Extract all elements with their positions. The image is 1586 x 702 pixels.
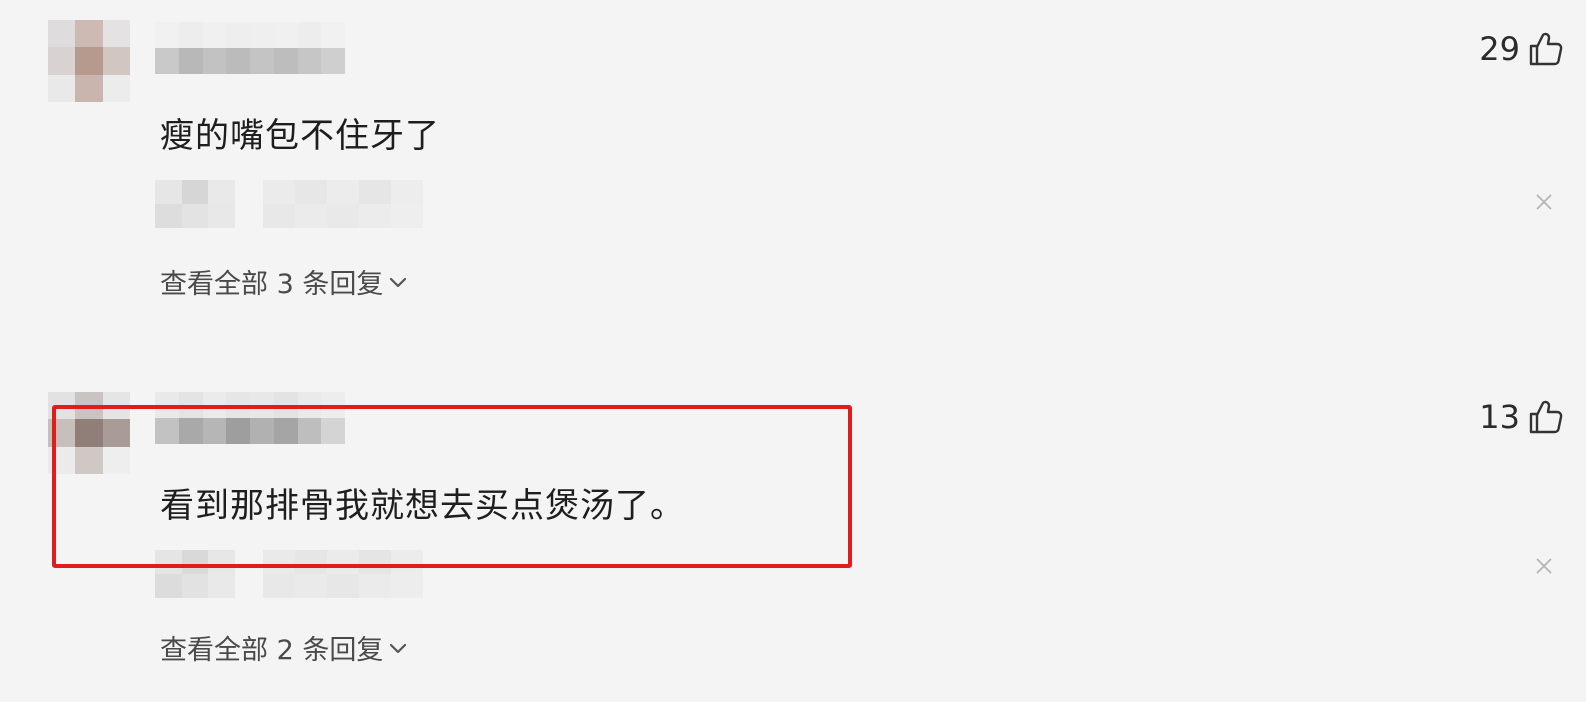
- username-blurred[interactable]: [155, 392, 345, 444]
- view-replies-link[interactable]: 查看全部 2 条回复: [160, 628, 409, 667]
- comment-item: 瘦的嘴包不住牙了 查看全部 3 条回复 29: [0, 0, 1586, 330]
- like-count: 29: [1479, 30, 1520, 68]
- thumbs-up-icon: [1529, 32, 1563, 66]
- chevron-down-icon: [390, 277, 407, 287]
- avatar-blurred[interactable]: [48, 20, 130, 102]
- username-blurred[interactable]: [155, 22, 345, 74]
- comment-meta-blurred: [155, 180, 423, 228]
- like-button[interactable]: 29: [1479, 30, 1564, 68]
- like-button[interactable]: 13: [1479, 398, 1564, 436]
- chevron-down-icon: [390, 643, 407, 653]
- view-replies-link[interactable]: 查看全部 3 条回复: [160, 262, 409, 301]
- avatar-blurred[interactable]: [48, 392, 130, 474]
- comment-text: 看到那排骨我就想去买点煲汤了。: [160, 486, 685, 526]
- thumbs-up-icon: [1529, 400, 1563, 434]
- close-icon[interactable]: [1534, 556, 1554, 576]
- comment-meta-blurred: [155, 550, 423, 598]
- view-replies-label: 查看全部 3 条回复: [160, 269, 384, 300]
- view-replies-label: 查看全部 2 条回复: [160, 635, 384, 666]
- like-count: 13: [1479, 398, 1520, 436]
- comment-text: 瘦的嘴包不住牙了: [160, 116, 440, 156]
- close-icon[interactable]: [1534, 192, 1554, 212]
- comment-item: 看到那排骨我就想去买点煲汤了。 查看全部 2 条回复 13: [0, 372, 1586, 702]
